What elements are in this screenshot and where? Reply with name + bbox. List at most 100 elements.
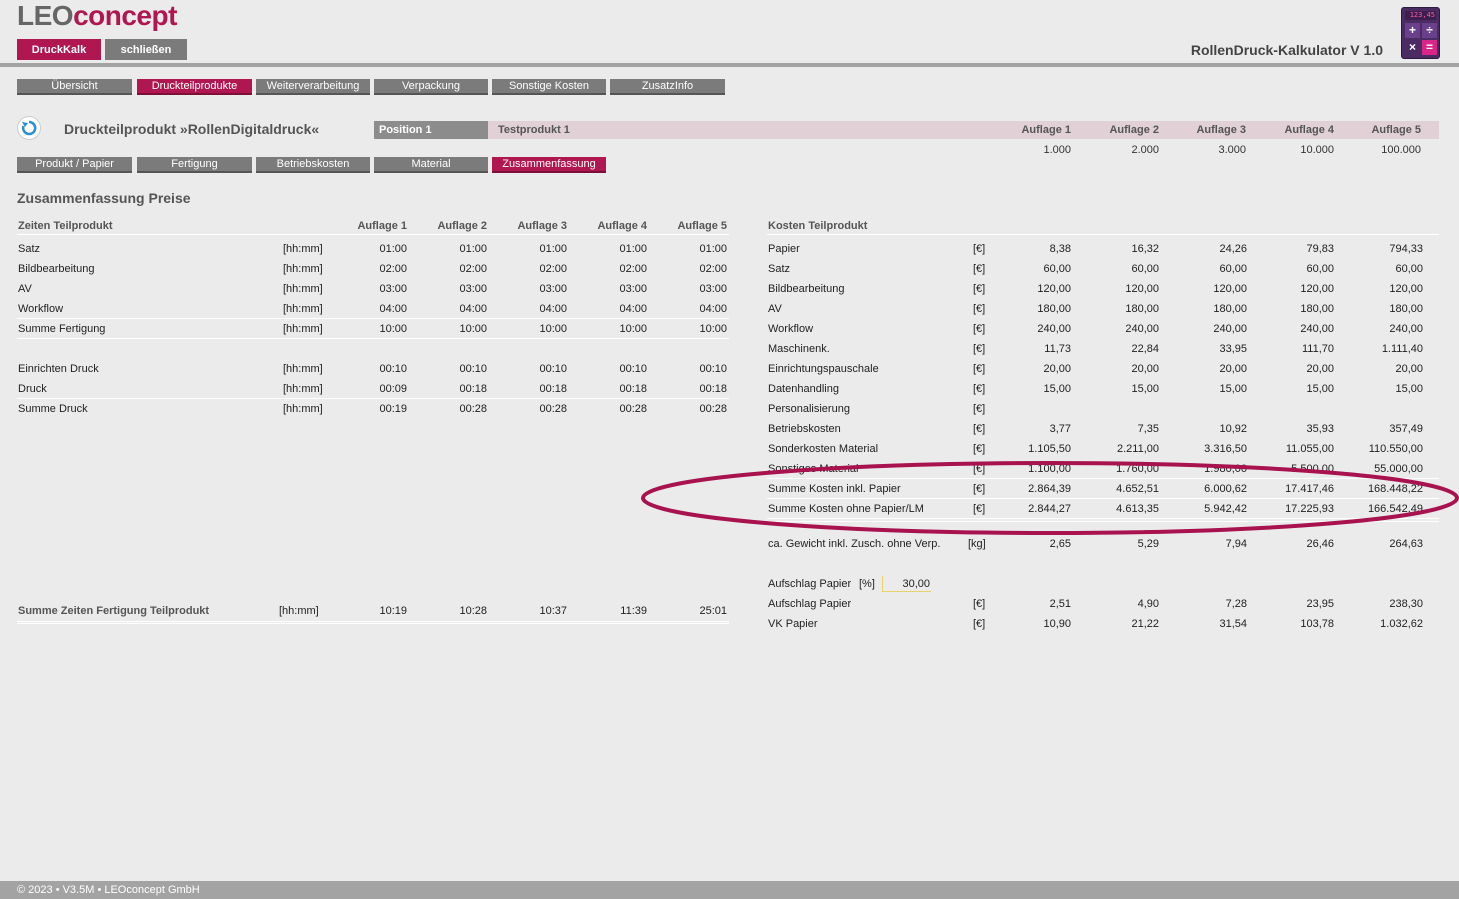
zeiten-row-value: 04:00 [539, 303, 567, 315]
kosten-row-value: 240,00 [1037, 323, 1071, 335]
subtab-zusammenfassung[interactable]: Zusammenfassung [492, 157, 606, 173]
auflage-header: Auflage 1 [1021, 124, 1071, 136]
zeiten-row-value: 10:00 [379, 323, 407, 335]
kosten-row-value: 180,00 [1300, 303, 1334, 315]
back-arrow-icon[interactable] [17, 116, 41, 140]
druckkalk-button[interactable]: DruckKalk [17, 39, 101, 60]
kosten-row-unit: [€] [973, 463, 986, 475]
aufschlag-pct-input[interactable]: 30,00 [882, 576, 931, 592]
kosten-row-value: 33,95 [1219, 343, 1247, 355]
kosten-row-value: 180,00 [1389, 303, 1423, 315]
subtab-fertigung[interactable]: Fertigung [137, 157, 252, 173]
kosten-row: Workflow [€] 240,00 240,00 240,00 240,00 240,0… [767, 319, 1439, 339]
kosten-row-value: 15,00 [1219, 383, 1247, 395]
position-label[interactable]: Position 1 [374, 121, 488, 139]
tab-druckteilprodukte[interactable]: Druckteilprodukte [137, 79, 252, 95]
tab-uebersicht[interactable]: Übersicht [17, 79, 132, 95]
vk-papier-label: VK Papier [768, 618, 818, 630]
zeiten-row-unit: [hh:mm] [283, 263, 323, 275]
auflage-value: 1.000 [1043, 144, 1071, 156]
kosten-row-value: 79,83 [1306, 243, 1334, 255]
kosten-row: Datenhandling [€] 15,00 15,00 15,00 15,00 15,0… [767, 379, 1439, 399]
kosten-row-label: Summe Kosten ohne Papier/LM [768, 503, 924, 515]
aufschlag-eur-label: Aufschlag Papier [768, 598, 852, 610]
zeiten-row-value: 02:00 [699, 263, 727, 275]
zeiten-row-value: 02:00 [379, 263, 407, 275]
zeiten-row: Summe Druck [hh:mm] 00:19 00:28 00:28 00:28 00… [17, 399, 729, 419]
aufschlag-eur-value: 238,30 [1389, 598, 1423, 610]
vk-papier-value: 10,90 [1043, 618, 1071, 630]
kosten-row-value: 2.844,27 [1028, 503, 1071, 515]
gewicht-row: ca. Gewicht inkl. Zusch. ohne Verp. [kg]… [767, 534, 1439, 554]
auflage-header: Auflage 3 [1196, 124, 1246, 136]
zeiten-row-value: 00:10 [699, 363, 727, 375]
zeiten-row-value: 04:00 [699, 303, 727, 315]
kosten-row-value: 3.316,50 [1204, 443, 1247, 455]
tab-zusatzinfo[interactable]: ZusatzInfo [610, 79, 725, 95]
kosten-row-value: 20,00 [1395, 363, 1423, 375]
zeiten-row-unit: [hh:mm] [283, 403, 323, 415]
auflage-value: 3.000 [1218, 144, 1246, 156]
close-button[interactable]: schließen [105, 39, 187, 60]
kosten-row-value: 2.864,39 [1028, 483, 1071, 495]
auflage-value: 100.000 [1381, 144, 1421, 156]
zeiten-row-unit: [hh:mm] [283, 243, 323, 255]
auflage-value: 2.000 [1131, 144, 1159, 156]
calculator-icon[interactable]: 123,45 + ÷ × = [1401, 7, 1440, 59]
kosten-row: AV [€] 180,00 180,00 180,00 180,00 180,00 [767, 299, 1439, 319]
kosten-row-value: 60,00 [1043, 263, 1071, 275]
kosten-row-value: 794,33 [1389, 243, 1423, 255]
zeiten-row-label: Workflow [18, 303, 64, 315]
vk-papier-value: 31,54 [1219, 618, 1247, 630]
tab-weiterverarbeitung[interactable]: Weiterverarbeitung [256, 79, 370, 95]
kosten-row-unit: [€] [973, 503, 986, 515]
kosten-row-unit: [€] [973, 303, 986, 315]
kosten-row-value: 240,00 [1389, 323, 1423, 335]
zeiten-row-label: Satz [18, 243, 41, 255]
kosten-row-label: Sonstiges Material [768, 463, 859, 475]
zeiten-total-value: 11:39 [620, 605, 647, 617]
zeiten-total-value: 25:01 [699, 605, 727, 617]
kosten-row-unit: [€] [973, 243, 986, 255]
kosten-row: Maschinenk. [€] 11,73 22,84 33,95 111,70 1.111… [767, 339, 1439, 359]
zeiten-row-value: 00:10 [379, 363, 407, 375]
kosten-row-label: Papier [768, 243, 800, 255]
kosten-row-value: 240,00 [1300, 323, 1334, 335]
zeiten-row-unit: [hh:mm] [283, 323, 323, 335]
kosten-row-value: 15,00 [1306, 383, 1334, 395]
kosten-row-value: 24,26 [1219, 243, 1247, 255]
kosten-row-label: Maschinenk. [768, 343, 830, 355]
subtab-material[interactable]: Material [374, 157, 488, 173]
zeiten-row-value: 10:00 [459, 323, 487, 335]
kosten-row-value: 20,00 [1043, 363, 1071, 375]
kosten-header-row: Kosten Teilprodukt [767, 217, 1439, 235]
zeiten-row-label: Druck [18, 383, 47, 395]
auflage-header: Auflage 5 [1371, 124, 1421, 136]
zeiten-row-label: Summe Druck [18, 403, 88, 415]
aufschlag-eur-row: Aufschlag Papier [€] 2,51 4,90 7,28 23,9… [767, 594, 1439, 614]
kosten-row-label: Workflow [768, 323, 814, 335]
zeiten-row: AV [hh:mm] 03:00 03:00 03:00 03:00 03:00 [17, 279, 729, 299]
zeiten-total-label: Summe Zeiten Fertigung Teilprodukt [18, 605, 210, 617]
tab-verpackung[interactable]: Verpackung [374, 79, 488, 95]
footer: © 2023 • V3.5M • LEOconcept GmbH [0, 881, 1459, 899]
zeiten-row-value: 00:10 [619, 363, 647, 375]
subtab-produkt-papier[interactable]: Produkt / Papier [17, 157, 132, 173]
vk-papier-value: 103,78 [1300, 618, 1334, 630]
kosten-row: Papier [€] 8,38 16,32 24,26 79,83 794,33 [767, 239, 1439, 259]
zeiten-row-value: 03:00 [619, 283, 647, 295]
kosten-table: Kosten Teilprodukt Papier [€] 8,38 16,32 24,… [767, 217, 1439, 634]
kosten-row-value: 168.448,22 [1367, 483, 1423, 495]
kosten-row-value: 5.500,00 [1291, 463, 1334, 475]
kosten-row-value: 4.613,35 [1116, 503, 1159, 515]
zeiten-row-value: 03:00 [459, 283, 487, 295]
tab-sonstige-kosten[interactable]: Sonstige Kosten [492, 79, 606, 95]
zeiten-row-value: 03:00 [379, 283, 407, 295]
zeiten-row-label: Summe Fertigung [18, 323, 106, 335]
subtab-betriebskosten[interactable]: Betriebskosten [256, 157, 370, 173]
zeiten-row: Workflow [hh:mm] 04:00 04:00 04:00 04:00 04:00 [17, 299, 729, 319]
auflage-header: Auflage 4 [1284, 124, 1334, 136]
kosten-row-unit: [€] [973, 423, 986, 435]
product-title: Druckteilprodukt »RollenDigitaldruck« [64, 121, 320, 137]
kosten-row-value: 16,32 [1131, 243, 1159, 255]
